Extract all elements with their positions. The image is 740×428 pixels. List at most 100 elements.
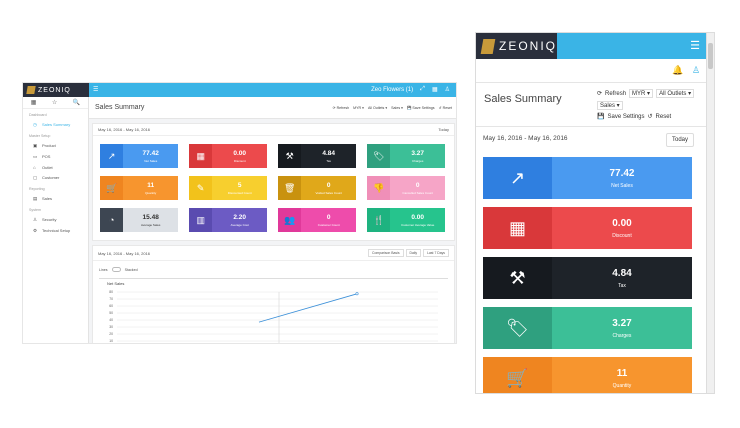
header-control[interactable]: ↺ Reset [439,106,452,110]
card-body: 0.00 Discount [551,207,692,249]
header-control[interactable]: ⟳ Refresh [333,106,350,110]
card-value: 4.84 [322,149,336,157]
refresh-button[interactable]: Refresh [605,91,626,97]
star-icon[interactable]: ☆ [52,99,57,106]
sidebar-item-outlet[interactable]: ⌂ Outlet [23,162,88,172]
card-label: Charges [412,158,424,163]
stat-card[interactable]: ✎ 5 Discounted Count [189,176,267,200]
lines-stacked-toggle[interactable] [111,267,121,272]
expand-icon[interactable]: ⤢ [420,86,425,93]
grid-icon[interactable]: ▦ [31,99,37,106]
today-button[interactable]: Today [666,133,695,147]
card-value: 5 [237,181,242,189]
sidebar-item-label: Security [42,217,57,222]
hamburger-menu-icon[interactable]: ☰ [690,39,700,52]
header-control[interactable]: MYR ▾ [353,106,364,110]
stat-card[interactable]: ⚒ 4.84 Tax [278,144,356,168]
chart-range-button[interactable]: Comparison Basis [368,249,404,257]
card-body: 0 Cancelled Sales Count [390,176,445,200]
card-value: 0 [415,181,420,189]
date-range[interactable]: May 16, 2016 - May 16, 2016 [483,135,568,142]
data-point[interactable] [355,292,359,296]
sidebar-item-customer[interactable]: ▢ Customer [23,172,88,183]
date-range[interactable]: May 16, 2016 - May 16, 2016 [98,127,150,132]
stat-card[interactable]: ▥ 2.20 Average Cost [189,208,267,232]
user-icon[interactable]: ♙ [445,86,450,93]
stat-card[interactable]: 🗑 0 Voided Sales Count [278,176,356,200]
stat-card[interactable]: ↗ 77.42 Net Sales [100,144,178,168]
stat-card[interactable]: 🏷 3.27 Charges [483,307,692,349]
grid-icon[interactable]: ▦ [432,86,438,93]
scrollbar[interactable] [706,33,714,393]
notification-bell-icon[interactable]: 🔔 [672,65,683,76]
reset-icon: ↺ [647,114,653,120]
currency-dropdown[interactable]: MYR ▾ [629,89,654,98]
card-value: 0 [326,181,331,189]
reset-button[interactable]: Reset [656,114,672,120]
today-button[interactable]: Today [438,127,449,132]
stat-card[interactable]: 🛒 11 Quantity [100,176,178,200]
card-icon: ↗ [483,157,552,199]
sidebar-section-title: Dashboard [29,113,47,117]
sidebar-item-product[interactable]: ▣ Product [23,140,88,151]
card-body: 4.84 Tax [301,144,356,168]
sidebar-item-icon: ⚙ [33,227,38,233]
card-value: 3.27 [411,149,425,157]
stat-card[interactable]: 🛒 11 Quantity [483,357,692,393]
outlets-dropdown[interactable]: All Outlets ▾ [656,89,695,98]
card-label: Cancelled Sales Count [402,190,433,195]
stat-card[interactable]: ▦ 0.00 Discount [189,144,267,168]
card-value: 15.48 [142,213,159,221]
card-label: Net Sales [611,182,633,189]
sidebar-item-pos[interactable]: ▭ POS [23,151,88,162]
stat-card[interactable]: ⚒ 4.84 Tax [483,257,692,299]
card-value: 0.00 [233,149,247,157]
chart-date-range[interactable]: May 16, 2016 - May 16, 2016 [98,251,150,256]
y-tick-label: 40 [109,318,113,322]
stat-card[interactable]: ↗ 77.42 Net Sales [483,157,692,199]
card-icon: ⚒ [278,144,302,168]
stat-card[interactable]: 🍴 0.00 Customer Average Value [367,208,445,232]
sidebar-item-icon: ▣ [33,142,38,148]
mobile-subbar: 🔔 ♙ [476,59,708,83]
chart-range-button[interactable]: Last 7 Days [423,249,449,257]
chart-buttons: Comparison Basis Daily Last 7 Days [368,249,449,257]
card-label: Customer Count [317,222,340,227]
stat-card[interactable]: ◔ 15.48 Average Sales [100,208,178,232]
card-label: Discount [233,158,246,163]
card-label: Net Sales [144,158,158,163]
user-label[interactable]: Zeo Flowers (1) [371,87,413,93]
card-value: 0 [326,213,331,221]
card-icon: ↗ [100,144,124,168]
stat-card[interactable]: 👥 0 Customer Count [278,208,356,232]
sidebar-item-technical-setup[interactable]: ⚙ Technical Setup [23,225,88,236]
header-control[interactable]: All Outlets ▾ [368,106,387,110]
stat-card[interactable]: 🏷 3.27 Charges [367,144,445,168]
sidebar-item-security[interactable]: ♙ Security [23,214,88,225]
card-label: Discounted Count [227,190,252,195]
sidebar-item-sales-summary[interactable]: ◷ Sales Summary [23,119,88,130]
brand-logo[interactable]: ZEONIQ [23,83,89,97]
stat-card[interactable]: ▦ 0.00 Discount [483,207,692,249]
sidebar-item-sales[interactable]: ▤ Sales [23,193,88,204]
card-body: 11 Quantity [123,176,178,200]
save-settings-button[interactable]: Save Settings [607,114,644,120]
card-icon: ⚒ [483,257,552,299]
page-title: Sales Summary [95,104,145,111]
stat-card[interactable]: 👎 0 Cancelled Sales Count [367,176,445,200]
card-body: 0.00 Customer Average Value [390,208,445,232]
menu-icon[interactable]: ☰ [93,86,98,93]
y-tick-label: 10 [109,339,113,343]
search-icon[interactable]: 🔍 [73,99,80,106]
card-value: 11 [616,367,628,379]
user-icon[interactable]: ♙ [692,65,700,76]
mobile-view: ZEONIQ ☰ 🔔 ♙ Sales Summary ⟳ Refresh MYR … [475,32,715,394]
header-control[interactable]: 💾 Save Settings [407,106,435,110]
chart-range-button[interactable]: Daily [405,249,422,257]
header-control[interactable]: Sales ▾ [391,106,403,110]
card-label: Charges [612,332,632,339]
card-value: 77.42 [609,167,635,179]
mobile-brand-logo[interactable]: ZEONIQ [476,33,557,59]
card-label: Voided Sales Count [315,190,342,195]
sales-dropdown[interactable]: Sales ▾ [597,101,623,110]
